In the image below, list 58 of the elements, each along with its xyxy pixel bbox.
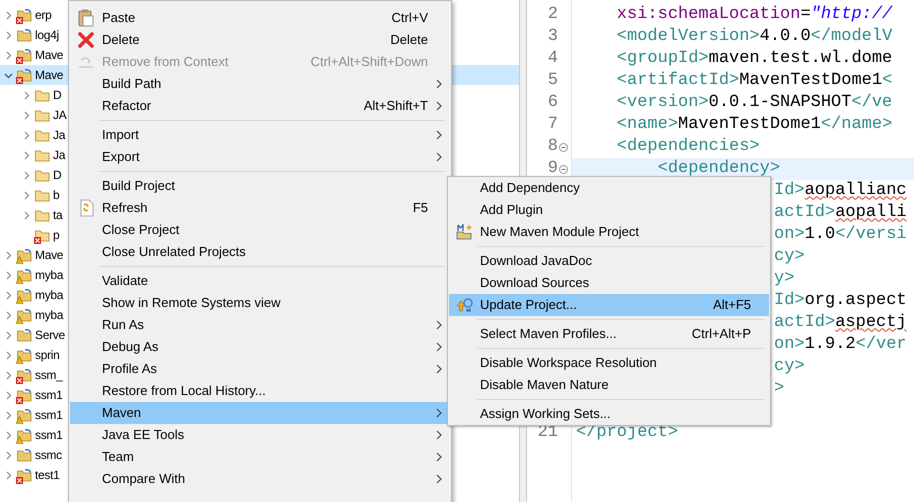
line-number: 3 bbox=[548, 26, 558, 48]
tree-item-label: D bbox=[53, 87, 62, 104]
tree-item-label: Serve bbox=[35, 327, 65, 344]
tree-item-label: Ja bbox=[53, 127, 66, 144]
line-number: 9 bbox=[548, 158, 558, 180]
code-text: <dependencies> bbox=[616, 136, 760, 158]
code-text: <groupId>maven.test.wl.dome bbox=[616, 48, 892, 70]
tree-item-label: myba bbox=[35, 287, 64, 304]
line-number: 2 bbox=[548, 4, 558, 26]
tree-item-label: erp bbox=[35, 7, 52, 24]
tree-item-label: Mave bbox=[35, 67, 64, 84]
code-text: actId>aopalli bbox=[774, 203, 907, 222]
shortcut-label: Delete bbox=[390, 31, 428, 50]
tree-item-label: sprin bbox=[35, 347, 60, 364]
code-text: actId>aspectj bbox=[774, 313, 907, 332]
tree-item-label: test1 bbox=[35, 467, 60, 484]
tree-item-label: Ja bbox=[53, 147, 66, 164]
tree-item-label: ssm1 bbox=[35, 407, 62, 424]
tree-item-label: JA bbox=[53, 107, 66, 124]
tree-item-label: myba bbox=[35, 267, 64, 284]
tree-item-label: D bbox=[53, 167, 62, 184]
tree-item-label: ssm1 bbox=[35, 427, 62, 444]
code-text: > bbox=[774, 379, 784, 398]
shortcut-label: Alt+Shift+T bbox=[364, 97, 428, 116]
line-number: 6 bbox=[548, 92, 558, 114]
tree-item-label: p bbox=[53, 227, 60, 244]
shortcut-label: Ctrl+Alt+Shift+Down bbox=[310, 53, 428, 72]
tree-item-label: ssm1 bbox=[35, 387, 62, 404]
code-text: <version>0.0.1-SNAPSHOT</ve bbox=[616, 92, 892, 114]
code-text: <artifactId>MavenTestDome1< bbox=[616, 70, 892, 92]
code-text: Id>aopallianc bbox=[774, 181, 907, 200]
code-text: on>1.9.2</ver bbox=[774, 335, 907, 354]
tree-item-label: log4j bbox=[35, 27, 59, 44]
code-text: <modelVersion>4.0.0</modelV bbox=[616, 26, 892, 48]
code-text: Id>org.aspect bbox=[774, 291, 907, 310]
shortcut-label: F5 bbox=[412, 199, 428, 218]
code-text: <dependency> bbox=[656, 158, 780, 180]
line-number: 5 bbox=[548, 70, 558, 92]
tree-item-label: ssmc bbox=[35, 447, 62, 464]
shortcut-label: Ctrl+V bbox=[392, 9, 428, 28]
code-text: on>1.0</versi bbox=[774, 225, 907, 244]
code-text: y> bbox=[774, 269, 794, 288]
tree-item-label: b bbox=[53, 187, 60, 204]
line-number: 8 bbox=[548, 136, 558, 158]
code-text: </project> bbox=[576, 422, 678, 444]
tree-item-label: Mave bbox=[35, 47, 64, 64]
code-text: cy> bbox=[774, 247, 805, 266]
tree-item-label: ssm_ bbox=[35, 367, 62, 384]
line-number: 4 bbox=[548, 48, 558, 70]
shortcut-label: Alt+F5 bbox=[713, 296, 751, 314]
code-text: cy> bbox=[774, 357, 805, 376]
code-text: xsi:schemaLocation="http:// bbox=[616, 4, 892, 26]
line-number: 7 bbox=[548, 114, 558, 136]
code-text: <name>MavenTestDome1</name> bbox=[616, 114, 892, 136]
shortcut-label: Ctrl+Alt+P bbox=[692, 325, 751, 344]
tree-item-label: myba bbox=[35, 307, 64, 324]
tree-item-label: ta bbox=[53, 207, 62, 224]
tree-item-label: Mave bbox=[35, 247, 64, 264]
